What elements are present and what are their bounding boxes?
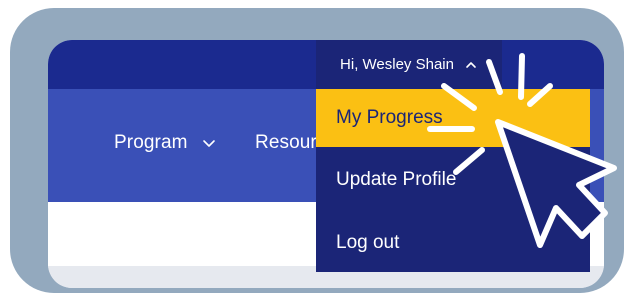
user-greeting: Hi, Wesley Shain xyxy=(340,56,454,73)
chevron-down-icon xyxy=(203,140,215,147)
menu-item-log-out[interactable]: Log out xyxy=(316,214,590,272)
screenshot-frame: Program Resour Hi, Wesley Shain My Progr… xyxy=(10,8,624,293)
nav-resources-label: Resour xyxy=(255,132,317,153)
menu-item-my-progress[interactable]: My Progress xyxy=(316,89,590,147)
app-window: Program Resour Hi, Wesley Shain My Progr… xyxy=(48,40,604,288)
menu-item-label: Update Profile xyxy=(336,169,457,190)
menu-item-label: Log out xyxy=(336,232,400,253)
nav-program[interactable]: Program xyxy=(114,132,217,154)
user-dropdown-menu: My Progress Update Profile Log out xyxy=(316,89,590,272)
chevron-up-icon xyxy=(466,61,476,68)
nav-program-label: Program xyxy=(114,132,188,153)
menu-item-label: My Progress xyxy=(336,107,443,128)
user-menu-toggle[interactable]: Hi, Wesley Shain xyxy=(316,40,502,89)
nav-resources[interactable]: Resour xyxy=(255,132,319,154)
menu-item-update-profile[interactable]: Update Profile xyxy=(316,151,590,209)
